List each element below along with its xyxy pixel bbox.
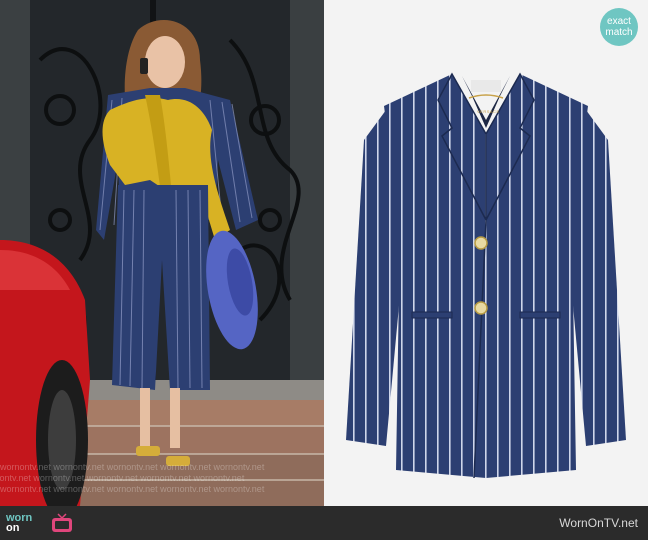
scene-photo: wornontv.net wornontv.net wornontv.net w… [0,0,324,506]
site-logo[interactable]: worn on [6,510,74,536]
badge-line-1: exact [607,16,631,27]
exact-match-badge: exact match [600,8,638,46]
product-photo: VERSACE [324,0,648,506]
site-url: WornOnTV.net [559,516,638,530]
image-collage: wornontv.net wornontv.net wornontv.net w… [0,0,648,506]
blazer-illustration [346,72,626,479]
tv-icon [52,513,72,532]
scene-illustration [0,0,324,506]
brand-label: VERSACE [477,109,500,114]
watermark-row: wornontv.net wornontv.net wornontv.net w… [0,462,265,472]
watermark-overlay: wornontv.net wornontv.net wornontv.net w… [0,462,324,494]
logo-text: worn on [6,513,46,534]
badge-line-2: match [605,27,633,38]
footer-bar: worn on WornOnTV.net [0,506,648,540]
watermark-row: wornontv.net wornontv.net wornontv.net w… [0,473,245,483]
logo-text-bottom: on [6,522,20,534]
watermark-row: wornontv.net wornontv.net wornontv.net w… [0,484,265,494]
